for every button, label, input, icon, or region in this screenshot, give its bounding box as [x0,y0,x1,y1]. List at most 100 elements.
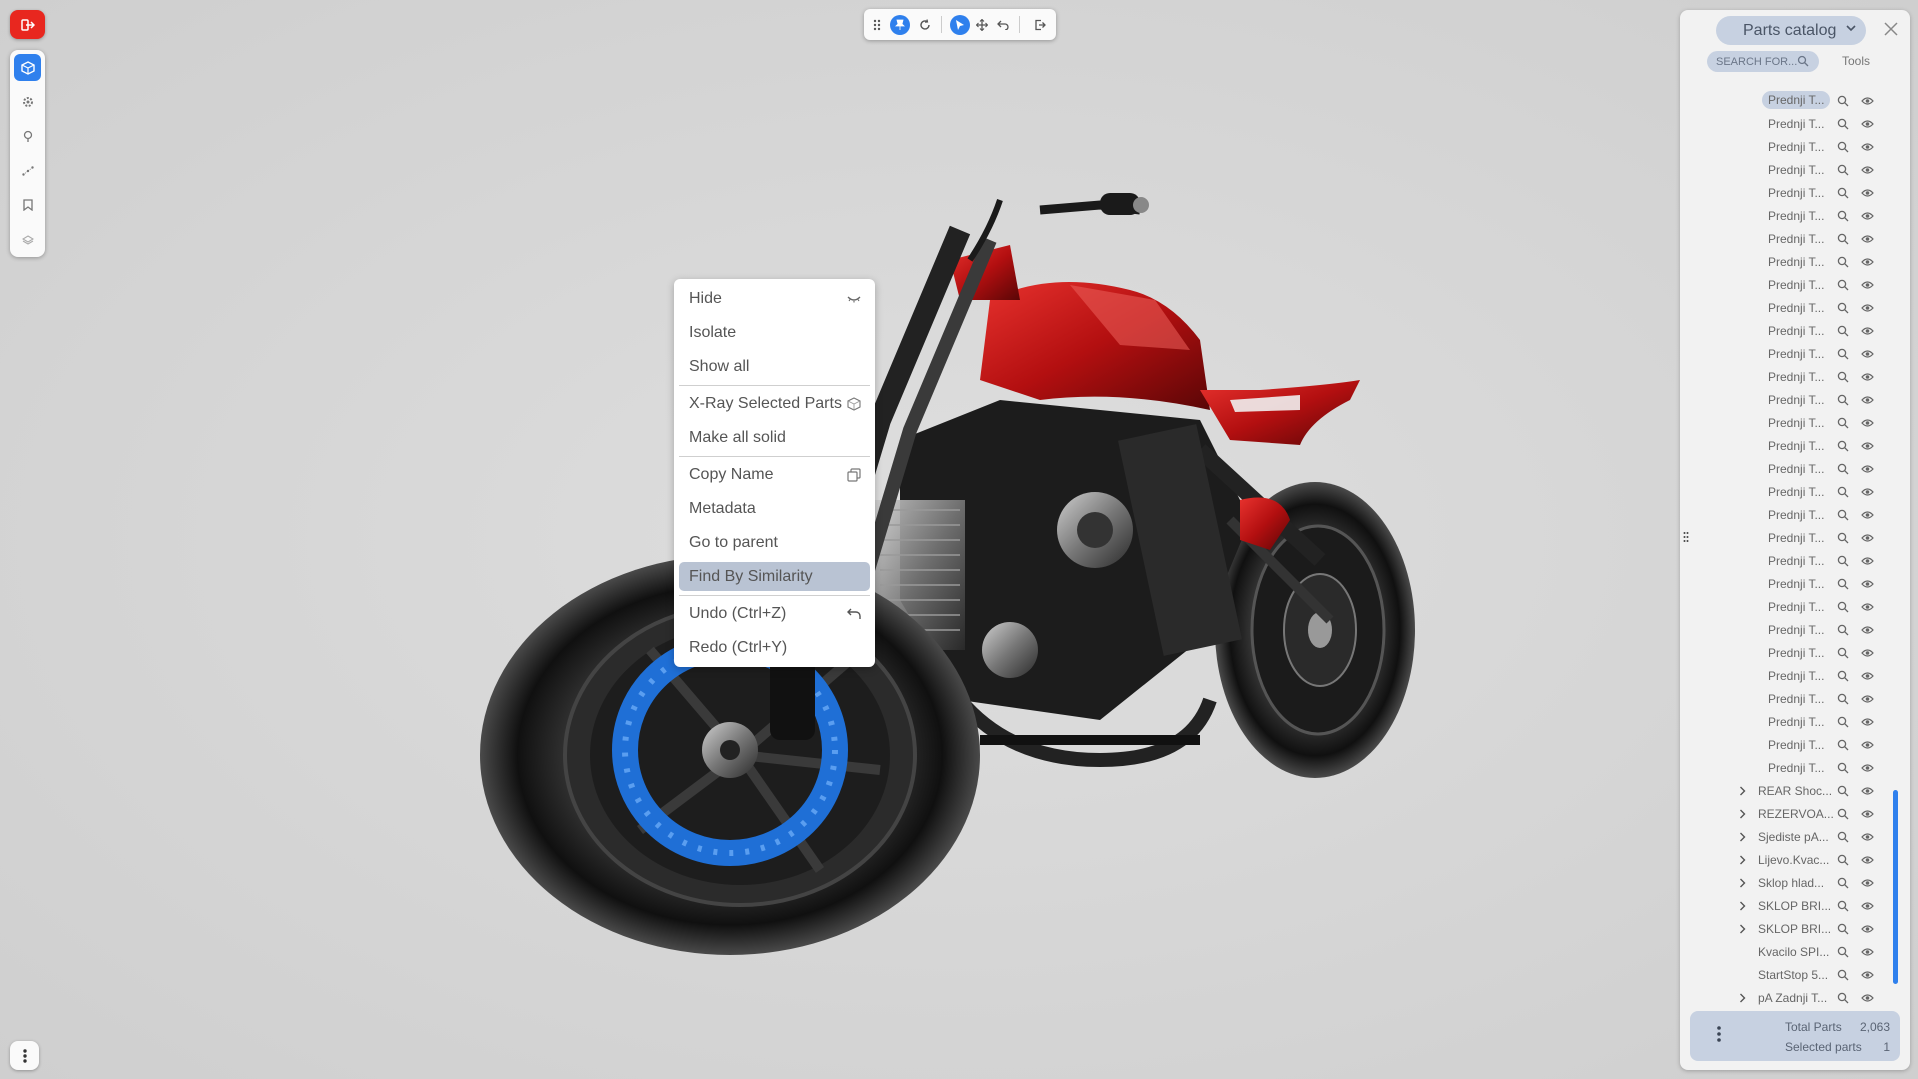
panel-resize-handle[interactable] [1683,530,1689,548]
search-icon[interactable] [1837,923,1849,935]
search-icon[interactable] [1837,118,1849,130]
eye-icon[interactable] [1861,326,1874,336]
exit-button[interactable] [10,10,45,39]
search-icon[interactable] [1837,233,1849,245]
search-icon[interactable] [1837,877,1849,889]
tree-row[interactable]: Prednji T... [1680,274,1890,297]
eye-icon[interactable] [1861,234,1874,244]
menu-item-isolate[interactable]: Isolate [679,318,870,347]
eye-icon[interactable] [1861,395,1874,405]
eye-icon[interactable] [1861,188,1874,198]
eye-icon[interactable] [1861,740,1874,750]
tree-row[interactable]: Prednji T... [1680,734,1890,757]
search-icon[interactable] [1837,348,1849,360]
search-icon[interactable] [1837,670,1849,682]
parts-catalog-button[interactable] [14,54,41,81]
vertical-dots-icon[interactable] [1717,1026,1721,1042]
eye-icon[interactable] [1861,855,1874,865]
eye-icon[interactable] [1861,211,1874,221]
eye-icon[interactable] [1861,625,1874,635]
eye-icon[interactable] [1861,993,1874,1003]
menu-item-make-solid[interactable]: Make all solid [679,423,870,452]
tree-row[interactable]: Prednji T... [1680,688,1890,711]
eye-icon[interactable] [1861,602,1874,612]
tree-scrollbar[interactable] [1893,790,1898,984]
search-icon[interactable] [1837,394,1849,406]
pin-button[interactable] [14,123,41,150]
move-tool-button[interactable] [972,15,992,35]
close-icon[interactable] [1882,20,1900,38]
tree-row[interactable]: SKLOP BRI... [1680,895,1890,918]
menu-item-redo[interactable]: Redo (Ctrl+Y) [679,633,870,662]
tree-row[interactable]: StartStop 5... [1680,964,1890,987]
chevron-right-icon[interactable] [1739,901,1746,911]
tree-row[interactable]: Prednji T... [1680,435,1890,458]
search-icon[interactable] [1837,164,1849,176]
tree-row[interactable]: Prednji T... [1680,412,1890,435]
tree-row[interactable]: pA Zadnji T... [1680,987,1890,1010]
search-icon[interactable] [1837,946,1849,958]
menu-item-copy-name[interactable]: Copy Name [679,460,870,489]
eye-icon[interactable] [1861,717,1874,727]
search-icon[interactable] [1837,854,1849,866]
tree-row[interactable]: Prednji T... [1680,228,1890,251]
eye-icon[interactable] [1861,257,1874,267]
eye-icon[interactable] [1861,648,1874,658]
tree-row[interactable]: Prednji T... [1680,136,1890,159]
select-tool-button[interactable] [950,15,970,35]
eye-icon[interactable] [1861,349,1874,359]
search-icon[interactable] [1837,486,1849,498]
exit-tool-button[interactable] [1030,15,1050,35]
search-icon[interactable] [1837,900,1849,912]
eye-icon[interactable] [1861,878,1874,888]
tree-row[interactable]: Prednji T... [1680,90,1890,113]
search-icon[interactable] [1837,624,1849,636]
tree-row[interactable]: Prednji T... [1680,159,1890,182]
search-icon[interactable] [1837,210,1849,222]
eye-icon[interactable] [1861,763,1874,773]
undo-tool-button[interactable] [993,15,1013,35]
search-icon[interactable] [1837,647,1849,659]
search-icon[interactable] [1837,187,1849,199]
chevron-right-icon[interactable] [1739,832,1746,842]
menu-item-undo[interactable]: Undo (Ctrl+Z) [679,599,870,628]
tree-row[interactable]: Prednji T... [1680,389,1890,412]
tree-row[interactable]: Sklop hlad... [1680,872,1890,895]
eye-icon[interactable] [1861,786,1874,796]
tree-row[interactable]: Lijevo.Kvac... [1680,849,1890,872]
tree-row[interactable]: Prednji T... [1680,596,1890,619]
tree-row[interactable]: Prednji T... [1680,205,1890,228]
tree-row[interactable]: Prednji T... [1680,366,1890,389]
chevron-right-icon[interactable] [1739,924,1746,934]
tree-row[interactable]: SKLOP BRI... [1680,918,1890,941]
tree-row[interactable]: Prednji T... [1680,320,1890,343]
tree-row[interactable]: Prednji T... [1680,619,1890,642]
tree-row[interactable]: Sjediste pA... [1680,826,1890,849]
search-input[interactable]: SEARCH FOR... [1707,51,1819,72]
eye-icon[interactable] [1861,510,1874,520]
bookmark-button[interactable] [14,191,41,218]
search-icon[interactable] [1837,325,1849,337]
tree-row[interactable]: Prednji T... [1680,251,1890,274]
model-viewport[interactable] [0,0,1918,1079]
eye-icon[interactable] [1861,832,1874,842]
menu-item-go-to-parent[interactable]: Go to parent [679,528,870,557]
tree-row[interactable]: REZERVOA... [1680,803,1890,826]
search-icon[interactable] [1837,716,1849,728]
search-icon[interactable] [1837,440,1849,452]
eye-icon[interactable] [1861,556,1874,566]
menu-item-xray[interactable]: X-Ray Selected Parts [679,389,870,418]
eye-icon[interactable] [1861,96,1874,106]
menu-item-metadata[interactable]: Metadata [679,494,870,523]
search-icon[interactable] [1837,693,1849,705]
search-icon[interactable] [1837,762,1849,774]
eye-icon[interactable] [1861,441,1874,451]
tree-row[interactable]: Prednji T... [1680,757,1890,780]
eye-icon[interactable] [1861,487,1874,497]
eye-icon[interactable] [1861,970,1874,980]
chevron-right-icon[interactable] [1739,878,1746,888]
toolbar-drag-handle[interactable] [867,15,887,35]
tree-row[interactable]: Prednji T... [1680,504,1890,527]
search-icon[interactable] [1837,302,1849,314]
tree-row[interactable]: Prednji T... [1680,113,1890,136]
